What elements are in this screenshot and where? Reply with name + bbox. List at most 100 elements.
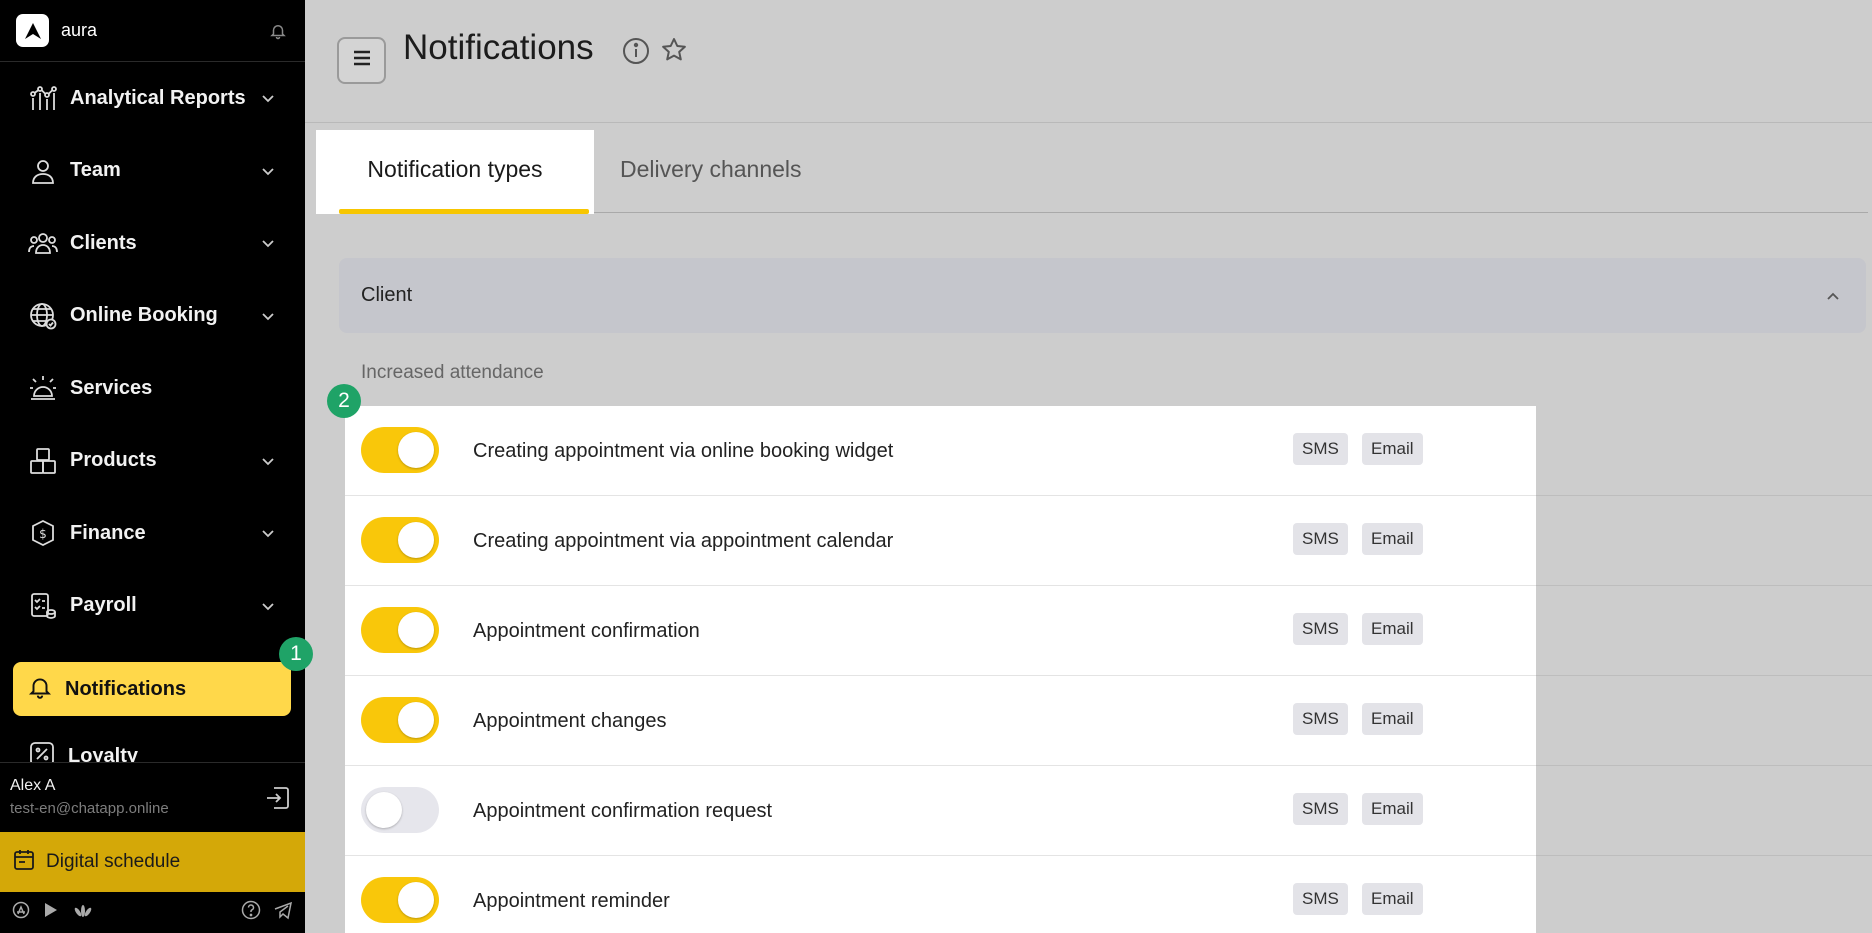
sidebar-footer: [0, 892, 305, 933]
header-bell-icon[interactable]: [267, 20, 289, 42]
hamburger-icon: [352, 50, 372, 71]
toggle-knob: [398, 522, 434, 558]
chevron-down-icon: [259, 89, 277, 107]
step-badge-2: 2: [327, 384, 361, 418]
header-divider: [305, 122, 1872, 123]
notification-row: Creating appointment via online booking …: [345, 406, 1872, 496]
section-client-header[interactable]: Client: [339, 258, 1866, 333]
globe-icon: [28, 301, 58, 331]
notification-label: Appointment confirmation request: [473, 800, 773, 822]
email-channel-chip: Email: [1362, 433, 1423, 465]
notification-row: Creating appointment via appointment cal…: [345, 496, 1872, 586]
email-channel-chip: Email: [1362, 883, 1423, 915]
payroll-icon: [28, 591, 58, 621]
service-bell-icon: [28, 373, 58, 403]
toggle-knob: [398, 612, 434, 648]
app-name: aura: [61, 20, 98, 40]
app-store-icon[interactable]: [12, 901, 30, 924]
tab-delivery-channels[interactable]: Delivery channels: [620, 156, 802, 183]
logout-icon[interactable]: [263, 783, 293, 813]
notification-label: Appointment changes: [473, 710, 667, 732]
sidebar-item-label: Team: [70, 159, 121, 182]
telegram-icon[interactable]: [273, 900, 293, 925]
user-profile: Alex A test-en@chatapp.online: [0, 762, 305, 832]
notification-row-card: Appointment reminder SMS Email: [345, 856, 1536, 933]
notification-row: Appointment confirmation request SMS Ema…: [345, 766, 1872, 856]
calendar-icon: [12, 848, 36, 877]
clients-icon: [28, 228, 58, 258]
sms-channel-chip: SMS: [1293, 883, 1348, 915]
section-title: Client: [361, 284, 413, 306]
app-gallery-icon[interactable]: [72, 901, 94, 924]
sms-channel-chip: SMS: [1293, 433, 1348, 465]
digital-schedule-label: Digital schedule: [46, 851, 181, 872]
person-icon: [28, 156, 58, 186]
sidebar: aura Analytical Reports Team Clients Onl…: [0, 0, 305, 933]
aura-logo-icon[interactable]: [16, 14, 49, 47]
sidebar-item-label: Notifications: [65, 677, 187, 700]
sidebar-item-products[interactable]: Products: [0, 425, 305, 498]
sidebar-item-team[interactable]: Team: [0, 135, 305, 208]
menu-toggle-button[interactable]: [337, 37, 386, 84]
tab-label: Notification types: [367, 156, 543, 182]
email-channel-chip: Email: [1362, 793, 1423, 825]
svg-text:$: $: [39, 527, 47, 541]
google-play-icon[interactable]: [42, 901, 60, 924]
chevron-down-icon: [259, 452, 277, 470]
sidebar-item-payroll[interactable]: Payroll: [0, 570, 305, 643]
chevron-down-icon: [259, 524, 277, 542]
toggle-knob: [366, 792, 402, 828]
sms-channel-chip: SMS: [1293, 523, 1348, 555]
tab-notification-types[interactable]: Notification types: [316, 130, 594, 214]
chevron-down-icon: [259, 234, 277, 252]
help-icon[interactable]: [241, 900, 261, 925]
chevron-down-icon: [259, 162, 277, 180]
sidebar-item-analytical-reports[interactable]: Analytical Reports: [0, 62, 305, 135]
analytics-icon: [28, 83, 58, 113]
sidebar-item-finance[interactable]: $ Finance: [0, 497, 305, 570]
notification-toggle[interactable]: [361, 697, 439, 743]
notification-toggle[interactable]: [361, 427, 439, 473]
user-email: test-en@chatapp.online: [10, 800, 169, 817]
user-name: Alex A: [10, 777, 56, 794]
star-icon[interactable]: [660, 36, 688, 64]
brand-bar: aura: [0, 0, 305, 62]
step-badge-1: 1: [279, 637, 313, 671]
notification-row-card: Appointment confirmation SMS Email: [345, 586, 1536, 676]
toggle-knob: [398, 702, 434, 738]
sidebar-item-label: Finance: [70, 521, 146, 544]
info-icon[interactable]: [622, 37, 650, 65]
notification-toggle[interactable]: [361, 517, 439, 563]
bell-icon: [27, 674, 53, 705]
notification-toggle[interactable]: [361, 877, 439, 923]
email-channel-chip: Email: [1362, 523, 1423, 555]
notification-list: Creating appointment via online booking …: [345, 406, 1872, 933]
notification-row-card: Creating appointment via online booking …: [345, 406, 1536, 496]
boxes-icon: [28, 446, 58, 476]
notification-row-card: Appointment confirmation request SMS Ema…: [345, 766, 1536, 856]
tabs-divider: [594, 212, 1868, 213]
notification-label: Appointment reminder: [473, 890, 670, 912]
toggle-knob: [398, 882, 434, 918]
notification-toggle[interactable]: [361, 607, 439, 653]
notification-row: Appointment reminder SMS Email: [345, 856, 1872, 933]
email-channel-chip: Email: [1362, 613, 1423, 645]
sidebar-item-label: Online Booking: [70, 304, 218, 327]
finance-icon: $: [28, 518, 58, 548]
sms-channel-chip: SMS: [1293, 793, 1348, 825]
page-title: Notifications: [403, 28, 594, 67]
notification-label: Creating appointment via appointment cal…: [473, 530, 894, 552]
email-channel-chip: Email: [1362, 703, 1423, 735]
sidebar-item-clients[interactable]: Clients: [0, 207, 305, 280]
sidebar-item-label: Analytical Reports: [70, 86, 246, 109]
sidebar-item-label: Products: [70, 449, 157, 472]
sidebar-item-label: Clients: [70, 231, 137, 254]
digital-schedule-button[interactable]: Digital schedule: [0, 832, 305, 892]
toggle-knob: [398, 432, 434, 468]
sms-channel-chip: SMS: [1293, 703, 1348, 735]
sidebar-item-online-booking[interactable]: Online Booking: [0, 280, 305, 353]
sidebar-item-notifications[interactable]: Notifications: [13, 662, 291, 716]
sidebar-item-services[interactable]: Services: [0, 352, 305, 425]
notification-row-card: Creating appointment via appointment cal…: [345, 496, 1536, 586]
notification-toggle[interactable]: [361, 787, 439, 833]
